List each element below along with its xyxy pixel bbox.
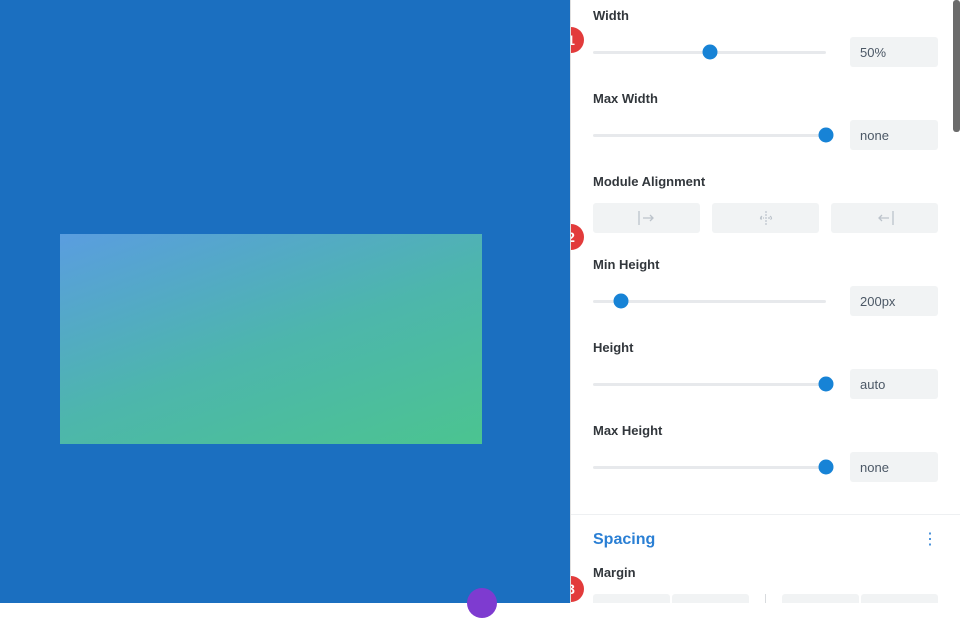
min-height-control: Min Height	[593, 257, 938, 316]
module-alignment-control: Module Alignment	[593, 174, 938, 233]
align-right-icon	[876, 211, 894, 225]
max-height-value-input[interactable]	[850, 452, 938, 482]
min-height-label: Min Height	[593, 257, 938, 272]
settings-panel: 1 2 3 Width Max Width	[570, 0, 960, 603]
margin-label: Margin	[593, 565, 938, 580]
module-alignment-label: Module Alignment	[593, 174, 938, 189]
kebab-icon[interactable]: ⋮	[922, 532, 938, 548]
scrollbar-thumb[interactable]	[953, 0, 960, 132]
width-slider[interactable]	[593, 42, 826, 62]
spacing-title: Spacing	[593, 531, 655, 549]
margin-divider	[765, 594, 766, 603]
builder-handle[interactable]	[467, 588, 497, 618]
min-height-value-input[interactable]	[850, 286, 938, 316]
margin-left-input[interactable]	[782, 594, 859, 603]
max-height-control: Max Height	[593, 423, 938, 482]
width-label: Width	[593, 8, 938, 23]
margin-top-input[interactable]	[593, 594, 670, 603]
max-height-slider[interactable]	[593, 457, 826, 477]
margin-right-input[interactable]	[861, 594, 938, 603]
height-label: Height	[593, 340, 938, 355]
max-width-control: Max Width	[593, 91, 938, 150]
min-height-slider[interactable]	[593, 291, 826, 311]
align-center-button[interactable]	[712, 203, 819, 233]
margin-bottom-input[interactable]	[672, 594, 749, 603]
max-width-slider[interactable]	[593, 125, 826, 145]
max-width-label: Max Width	[593, 91, 938, 106]
align-left-icon	[638, 211, 656, 225]
width-value-input[interactable]	[850, 37, 938, 67]
max-height-label: Max Height	[593, 423, 938, 438]
max-width-value-input[interactable]	[850, 120, 938, 150]
module-preview-box[interactable]	[60, 234, 482, 444]
align-right-button[interactable]	[831, 203, 938, 233]
editor-canvas	[0, 0, 570, 603]
height-control: Height	[593, 340, 938, 399]
margin-control: Margin Top Bottom	[593, 565, 938, 603]
align-left-button[interactable]	[593, 203, 700, 233]
spacing-section-header[interactable]: Spacing ⋮	[571, 514, 960, 561]
height-value-input[interactable]	[850, 369, 938, 399]
width-control: Width	[593, 8, 938, 67]
align-center-icon	[757, 211, 775, 225]
height-slider[interactable]	[593, 374, 826, 394]
